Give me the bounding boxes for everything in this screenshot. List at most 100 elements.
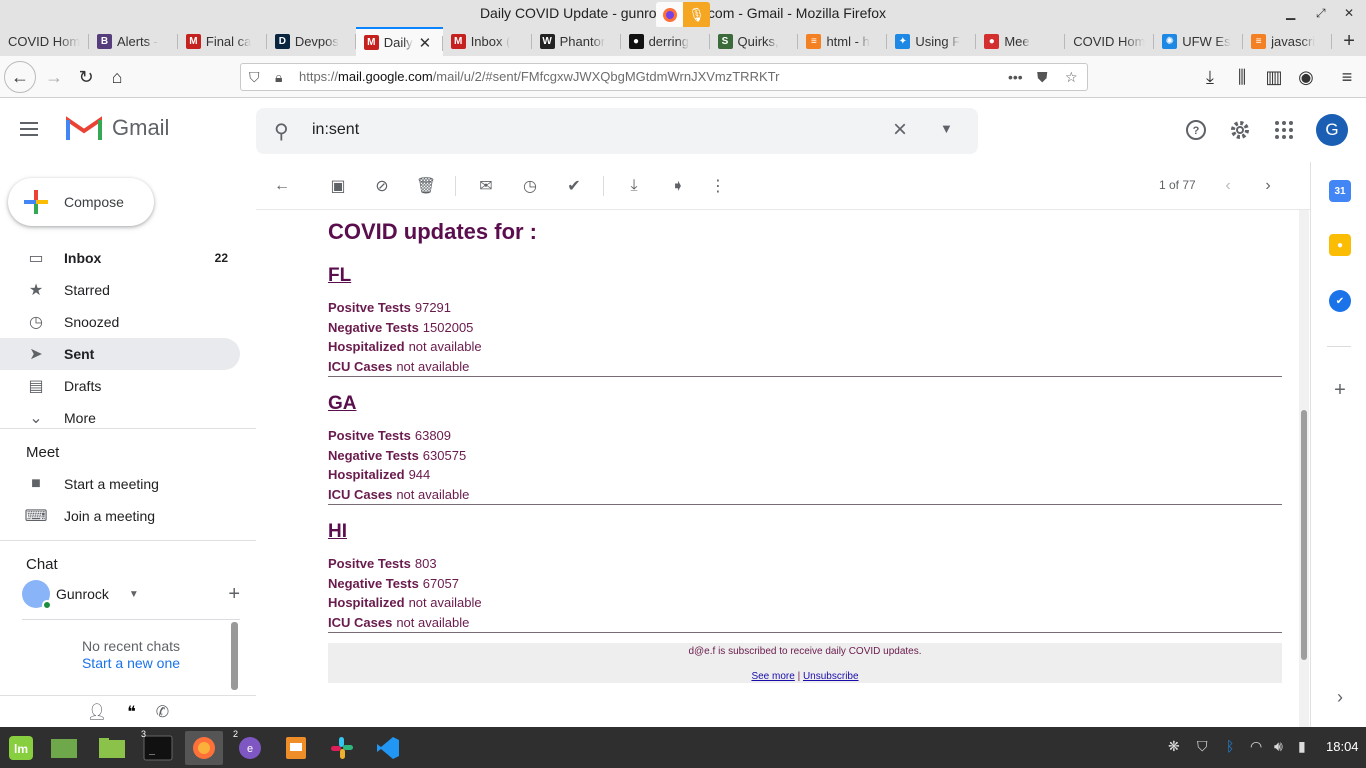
reload-icon[interactable]: ↻ bbox=[70, 61, 102, 93]
home-icon[interactable]: ⌂ bbox=[101, 61, 133, 93]
back-icon[interactable]: ← bbox=[4, 61, 36, 93]
firefox-taskbar-icon[interactable] bbox=[185, 731, 223, 765]
page-actions-icon[interactable]: ••• bbox=[1008, 64, 1023, 90]
minimize-icon[interactable]: ▁ bbox=[1286, 0, 1295, 27]
show-desktop-icon[interactable] bbox=[45, 731, 83, 765]
lock-icon[interactable]: 🔒︎ bbox=[275, 64, 282, 90]
see-more-link[interactable]: See more bbox=[751, 671, 794, 682]
browser-tab[interactable]: ≡ html - h bbox=[798, 27, 888, 56]
vscode-icon[interactable] bbox=[369, 731, 407, 765]
keep-icon[interactable]: ● bbox=[1329, 234, 1351, 256]
nav-item-starred[interactable]: ★ Starred bbox=[0, 274, 240, 306]
account-avatar[interactable]: G bbox=[1316, 114, 1348, 146]
terminal-icon[interactable]: _ 3 bbox=[139, 729, 177, 765]
calendar-icon[interactable]: 31 bbox=[1329, 180, 1351, 202]
new-tab-icon[interactable]: + bbox=[1332, 27, 1366, 56]
more-options-icon[interactable]: ⋮ bbox=[706, 174, 730, 198]
shield-tray-icon[interactable]: ⛉ bbox=[1197, 738, 1208, 755]
state-heading-link[interactable]: FL bbox=[328, 265, 1282, 287]
network-manager-icon[interactable]: ❋ bbox=[1168, 738, 1180, 755]
browser-tab[interactable]: COVID Hom bbox=[1065, 27, 1155, 56]
menu-icon[interactable]: ≡ bbox=[1331, 61, 1363, 93]
browser-tab[interactable]: ● Mee bbox=[976, 27, 1066, 56]
hide-side-panel-icon[interactable]: › bbox=[1329, 686, 1351, 708]
bookmark-star-icon[interactable]: ☆ bbox=[1065, 64, 1078, 90]
browser-tab[interactable]: M Daily ✕ bbox=[355, 27, 443, 56]
settings-gear-icon[interactable] bbox=[1226, 116, 1254, 144]
url-bar[interactable]: ⛉ 🔒︎ https://mail.google.com/mail/u/2/#s… bbox=[240, 63, 1088, 91]
browser-tab[interactable]: D Devpos bbox=[267, 27, 356, 56]
browser-tab[interactable]: ✺ UFW Es bbox=[1154, 27, 1244, 56]
mint-menu-icon[interactable]: lm bbox=[2, 731, 40, 765]
join-meeting-item[interactable]: ⌨ Join a meeting bbox=[0, 500, 240, 532]
state-heading-link[interactable]: GA bbox=[328, 393, 1282, 415]
newer-icon[interactable]: ‹ bbox=[1216, 174, 1240, 198]
hangouts-icon[interactable]: ❝ bbox=[127, 702, 136, 722]
older-icon[interactable]: › bbox=[1256, 174, 1280, 198]
shield-icon[interactable]: ⛉ bbox=[249, 64, 260, 90]
nav-item-drafts[interactable]: ▤ Drafts bbox=[0, 370, 240, 402]
status-dropdown-icon[interactable]: ▼ bbox=[129, 589, 139, 600]
help-icon[interactable]: ? bbox=[1182, 116, 1210, 144]
label-icon[interactable]: ➧ bbox=[666, 174, 690, 198]
emacs-icon[interactable]: e 2 bbox=[231, 729, 269, 765]
sidebar-icon[interactable]: ▥ bbox=[1258, 61, 1290, 93]
email-scrollbar[interactable] bbox=[1299, 210, 1309, 727]
account-icon[interactable]: ◉ bbox=[1290, 61, 1322, 93]
sharing-indicator[interactable]: 🎙 bbox=[656, 2, 710, 28]
browser-tab[interactable]: W Phantor bbox=[532, 27, 621, 56]
library-icon[interactable]: ⫼ bbox=[1226, 61, 1258, 93]
apps-grid-icon[interactable] bbox=[1270, 116, 1298, 144]
close-window-icon[interactable]: ✕ bbox=[1344, 0, 1354, 27]
nav-item-snoozed[interactable]: ◷ Snoozed bbox=[0, 306, 240, 338]
chat-scrollbar[interactable] bbox=[231, 622, 238, 690]
unsubscribe-link[interactable]: Unsubscribe bbox=[803, 671, 859, 682]
compose-button[interactable]: Compose bbox=[8, 178, 154, 226]
main-menu-icon[interactable] bbox=[20, 118, 52, 142]
close-tab-icon[interactable]: ✕ bbox=[419, 34, 432, 52]
search-icon[interactable]: ⚲ bbox=[274, 119, 289, 144]
search-bar[interactable]: ⚲ in:sent × ▼ bbox=[256, 108, 978, 154]
tasks-icon[interactable]: ✔ bbox=[1329, 290, 1351, 312]
nav-item-inbox[interactable]: ▭ Inbox 22 bbox=[0, 242, 240, 274]
clear-search-icon[interactable]: × bbox=[893, 116, 907, 144]
browser-tab[interactable]: M Inbox ( bbox=[443, 27, 532, 56]
browser-tab[interactable]: ≡ javascri bbox=[1243, 27, 1333, 56]
forward-icon[interactable]: → bbox=[38, 61, 70, 93]
report-spam-icon[interactable]: ⊘ bbox=[370, 174, 394, 198]
search-input[interactable]: in:sent bbox=[312, 121, 359, 139]
maximize-icon[interactable]: ⤢ bbox=[1316, 0, 1326, 27]
browser-tab[interactable]: B Alerts - bbox=[89, 27, 178, 56]
nav-item-sent[interactable]: ➤ Sent bbox=[0, 338, 240, 370]
impress-icon[interactable] bbox=[277, 731, 315, 765]
search-options-icon[interactable]: ▼ bbox=[940, 121, 953, 136]
battery-icon[interactable]: ▮ bbox=[1298, 738, 1306, 755]
state-heading-link[interactable]: HI bbox=[328, 521, 1282, 543]
browser-tab[interactable]: ✦ Using F bbox=[887, 27, 977, 56]
snooze-icon[interactable]: ◷ bbox=[518, 174, 542, 198]
start-new-chat-link[interactable]: Start a new one bbox=[22, 655, 240, 671]
phone-icon[interactable]: ✆ bbox=[156, 702, 169, 722]
start-meeting-item[interactable]: ■ Start a meeting bbox=[0, 468, 240, 500]
browser-tab[interactable]: COVID Hom bbox=[0, 27, 89, 56]
browser-tab[interactable]: ● derring bbox=[621, 27, 710, 56]
browser-tab[interactable]: M Final ca bbox=[178, 27, 267, 56]
new-chat-plus-icon[interactable]: + bbox=[228, 583, 240, 606]
contacts-icon[interactable]: 👤︎ bbox=[87, 702, 107, 722]
delete-icon[interactable]: 🗑︎ bbox=[414, 174, 438, 198]
bluetooth-icon[interactable]: ᛒ bbox=[1226, 738, 1234, 754]
scrollbar-thumb[interactable] bbox=[1301, 410, 1307, 660]
archive-icon[interactable]: ▣ bbox=[326, 174, 350, 198]
wifi-icon[interactable]: ◠ bbox=[1250, 738, 1262, 755]
slack-icon[interactable] bbox=[323, 731, 361, 765]
move-to-icon[interactable]: ⤓ bbox=[622, 174, 646, 198]
back-to-sent-icon[interactable]: ← bbox=[270, 174, 294, 198]
pocket-icon[interactable]: ⛊ bbox=[1037, 64, 1048, 90]
chat-user[interactable]: Gunrock ▼ + bbox=[22, 580, 240, 610]
downloads-icon[interactable]: ⤓ bbox=[1194, 61, 1226, 93]
volume-icon[interactable]: 🔊︎ bbox=[1274, 738, 1283, 755]
gmail-logo[interactable]: Gmail bbox=[66, 114, 169, 142]
add-to-tasks-icon[interactable]: ✔ bbox=[562, 174, 586, 198]
nav-item-more[interactable]: ⌄ More bbox=[0, 402, 240, 434]
get-addons-plus-icon[interactable]: + bbox=[1329, 379, 1351, 401]
